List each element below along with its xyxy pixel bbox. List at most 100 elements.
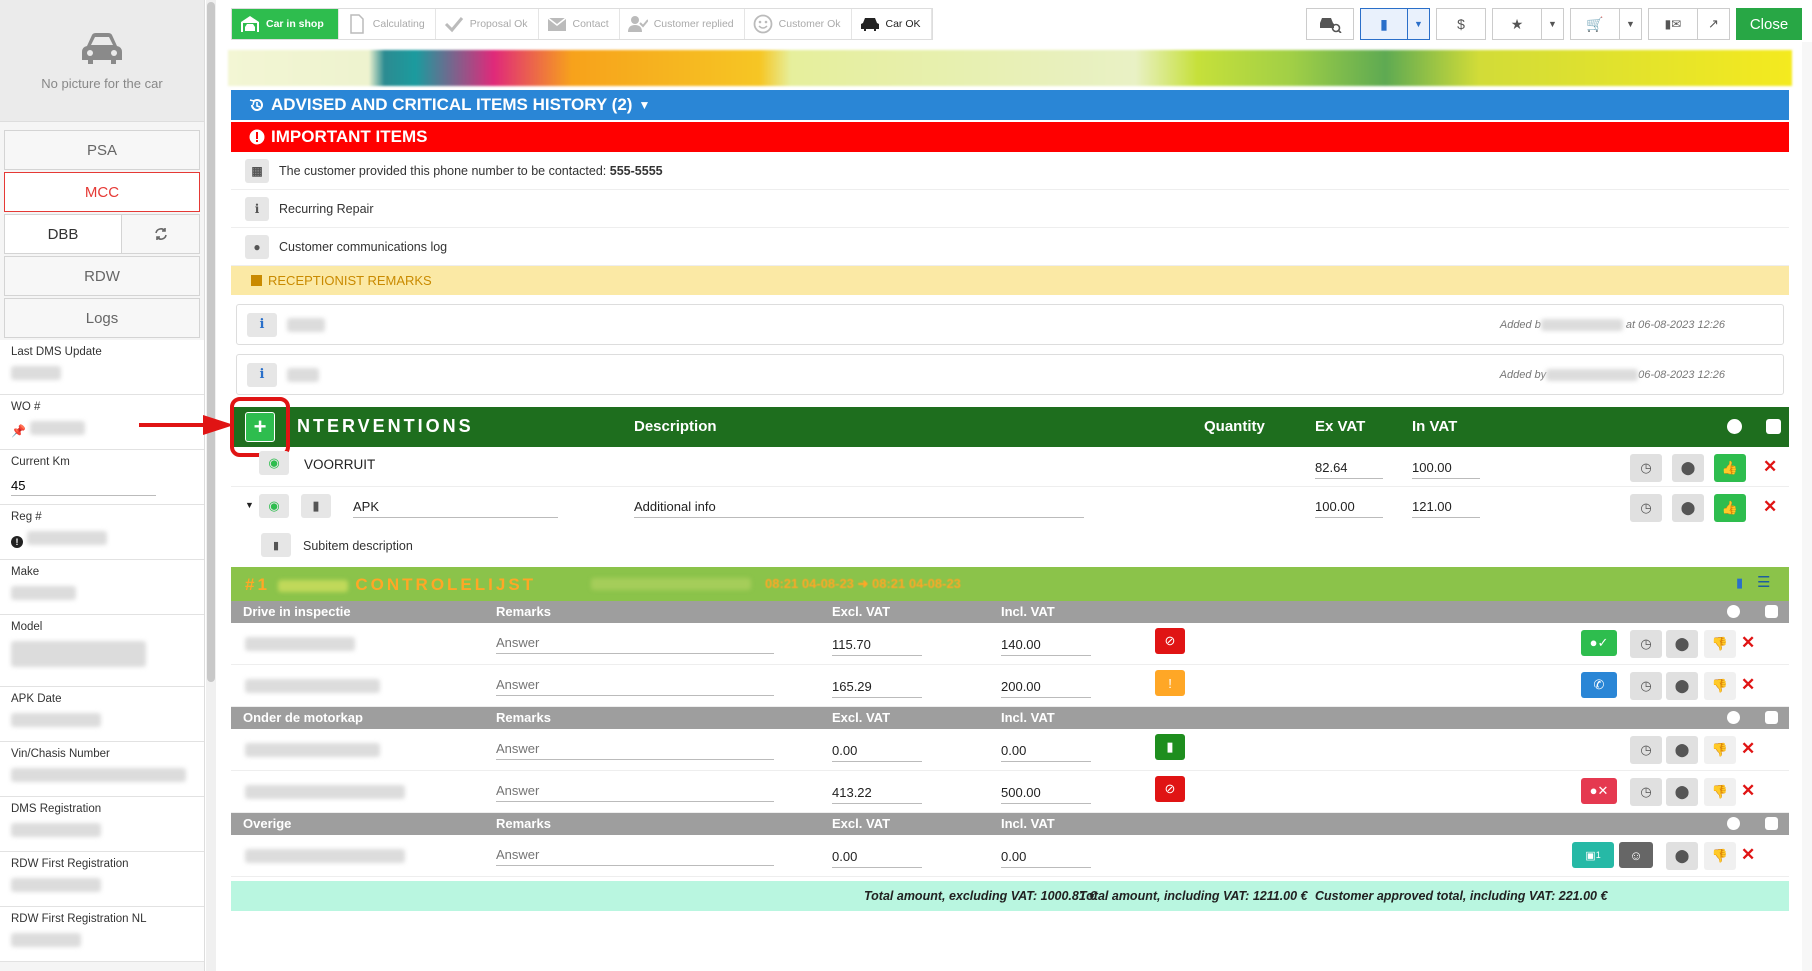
delete-icon[interactable]: ✕ bbox=[1741, 781, 1755, 801]
thumbs-down-icon[interactable]: 👎 bbox=[1704, 842, 1736, 870]
warning-icon[interactable]: ! bbox=[1155, 670, 1185, 696]
receptionist-remarks-header: RECEPTIONIST REMARKS bbox=[231, 266, 1789, 295]
pin-icon[interactable]: 📌 bbox=[11, 424, 26, 438]
close-button[interactable]: Close bbox=[1736, 8, 1802, 40]
rdw-first-registration-nl-field: RDW First Registration NL bbox=[0, 907, 204, 962]
thumbs-down-icon[interactable]: 👎 bbox=[1704, 736, 1736, 764]
incl-vat-input[interactable] bbox=[1001, 782, 1091, 804]
clock-icon[interactable]: ◷ bbox=[1630, 494, 1662, 522]
thumbs-down-icon[interactable]: 👎 bbox=[1704, 630, 1736, 658]
pin-icon[interactable]: ⬤ bbox=[1666, 630, 1698, 658]
answer-input[interactable] bbox=[496, 844, 774, 866]
eye-icon[interactable]: ◉ bbox=[259, 494, 289, 518]
dbb-button[interactable]: DBB bbox=[4, 214, 122, 254]
chevron-down-icon[interactable]: ▼ bbox=[1619, 9, 1641, 39]
incl-vat-input[interactable] bbox=[1001, 846, 1091, 868]
history-bar[interactable]: ADVISED AND CRITICAL ITEMS HISTORY (2) ▼ bbox=[231, 90, 1789, 120]
logs-button[interactable]: Logs bbox=[4, 298, 200, 338]
delete-icon[interactable]: ✕ bbox=[1741, 675, 1755, 695]
photos-icon[interactable]: ▣ 1 bbox=[1572, 842, 1614, 868]
comm-log-row[interactable]: ● Customer communications log bbox=[231, 228, 1789, 266]
answer-input[interactable] bbox=[496, 632, 774, 654]
clock-icon[interactable]: ◷ bbox=[1630, 630, 1662, 658]
pdf-email-button[interactable]: ▮✉ bbox=[1648, 8, 1698, 40]
list-icon[interactable]: ☰ bbox=[1757, 573, 1770, 591]
intervention-name-input[interactable] bbox=[353, 496, 558, 518]
sidebar-scrollbar-thumb[interactable] bbox=[207, 2, 215, 682]
clock-icon[interactable]: ◷ bbox=[1630, 778, 1662, 806]
document-check-icon[interactable]: ▮ bbox=[1155, 734, 1185, 760]
excl-vat-input[interactable] bbox=[832, 846, 922, 868]
cart-dropdown-button[interactable]: 🛒 ▼ bbox=[1570, 8, 1642, 40]
excl-vat-input[interactable] bbox=[832, 782, 922, 804]
blocked-icon[interactable]: ⊘ bbox=[1155, 628, 1185, 654]
delete-icon[interactable]: ✕ bbox=[1741, 633, 1755, 653]
answer-input[interactable] bbox=[496, 780, 774, 802]
thumbs-up-icon[interactable]: 👍 bbox=[1714, 454, 1746, 482]
main-scrollbar[interactable] bbox=[1802, 42, 1812, 971]
chevron-down-icon[interactable]: ▼ bbox=[1407, 9, 1429, 39]
step-calculating[interactable]: Calculating bbox=[339, 9, 436, 39]
pin-icon[interactable]: ⬤ bbox=[1666, 778, 1698, 806]
step-contact[interactable]: Contact bbox=[539, 9, 620, 39]
info-icon[interactable]: i bbox=[247, 312, 277, 337]
clock-icon[interactable]: ◷ bbox=[1630, 672, 1662, 700]
delete-icon[interactable]: ✕ bbox=[1741, 845, 1755, 865]
excl-vat-input[interactable] bbox=[832, 740, 922, 762]
price-button[interactable]: $ bbox=[1436, 8, 1486, 40]
eye-icon[interactable]: ◉ bbox=[259, 451, 289, 475]
car-picture-placeholder: No picture for the car bbox=[0, 0, 204, 122]
delete-icon[interactable]: ✕ bbox=[1763, 497, 1777, 517]
description-input[interactable] bbox=[634, 496, 1084, 518]
in-vat-input[interactable] bbox=[1412, 457, 1480, 479]
trash-icon[interactable]: ▮ bbox=[301, 494, 331, 518]
psa-button[interactable]: PSA bbox=[4, 130, 200, 170]
pdf-icon[interactable]: ▮ bbox=[1736, 575, 1743, 591]
thumbs-down-icon[interactable]: 👎 bbox=[1704, 778, 1736, 806]
delete-icon[interactable]: ✕ bbox=[1741, 739, 1755, 759]
answer-input[interactable] bbox=[496, 674, 774, 696]
chevron-down-icon[interactable]: ▼ bbox=[245, 500, 254, 510]
ex-vat-input[interactable] bbox=[1315, 496, 1383, 518]
chevron-down-icon[interactable]: ▼ bbox=[1541, 9, 1563, 39]
favorite-dropdown-button[interactable]: ★ ▼ bbox=[1492, 8, 1564, 40]
customer-approve-icon[interactable]: ●✓ bbox=[1581, 630, 1617, 656]
add-intervention-button[interactable]: + bbox=[245, 412, 275, 442]
thumbs-up-icon[interactable]: 👍 bbox=[1714, 494, 1746, 522]
clock-icon[interactable]: ◷ bbox=[1630, 454, 1662, 482]
step-proposal-ok[interactable]: Proposal Ok bbox=[436, 9, 539, 39]
info-icon[interactable]: i bbox=[247, 362, 277, 387]
mcc-button[interactable]: MCC bbox=[4, 172, 200, 212]
pin-icon[interactable]: ⬤ bbox=[1672, 494, 1704, 522]
step-car-ok[interactable]: Car OK bbox=[852, 9, 932, 39]
pin-icon[interactable]: ⬤ bbox=[1666, 672, 1698, 700]
ex-vat-input[interactable] bbox=[1315, 457, 1383, 479]
refresh-button[interactable] bbox=[122, 214, 200, 254]
external-link-button[interactable]: ↗ bbox=[1698, 8, 1730, 40]
car-key-button[interactable] bbox=[1306, 8, 1354, 40]
rdw-button[interactable]: RDW bbox=[4, 256, 200, 296]
smiley-icon[interactable]: ☺ bbox=[1619, 842, 1653, 868]
incl-vat-input[interactable] bbox=[1001, 740, 1091, 762]
step-car-in-shop[interactable]: Car in shop bbox=[232, 9, 339, 39]
pin-icon[interactable]: ⬤ bbox=[1666, 736, 1698, 764]
step-customer-ok[interactable]: Customer Ok bbox=[745, 9, 852, 39]
pin-icon[interactable]: ⬤ bbox=[1666, 842, 1698, 870]
clock-icon[interactable]: ◷ bbox=[1630, 736, 1662, 764]
incl-vat-input[interactable] bbox=[1001, 634, 1091, 656]
status-color-strip bbox=[228, 50, 1792, 86]
delete-icon[interactable]: ✕ bbox=[1763, 457, 1777, 477]
current-km-input[interactable] bbox=[11, 476, 156, 496]
blocked-icon[interactable]: ⊘ bbox=[1155, 776, 1185, 802]
step-customer-replied[interactable]: Customer replied bbox=[620, 9, 745, 39]
document-dropdown-button[interactable]: ▮ ▼ bbox=[1360, 8, 1430, 40]
customer-reject-icon[interactable]: ●✕ bbox=[1581, 778, 1617, 804]
in-vat-input[interactable] bbox=[1412, 496, 1480, 518]
incl-vat-input[interactable] bbox=[1001, 676, 1091, 698]
thumbs-down-icon[interactable]: 👎 bbox=[1704, 672, 1736, 700]
phone-icon[interactable]: ✆ bbox=[1581, 672, 1617, 698]
answer-input[interactable] bbox=[496, 738, 774, 760]
excl-vat-input[interactable] bbox=[832, 676, 922, 698]
excl-vat-input[interactable] bbox=[832, 634, 922, 656]
pin-icon[interactable]: ⬤ bbox=[1672, 454, 1704, 482]
